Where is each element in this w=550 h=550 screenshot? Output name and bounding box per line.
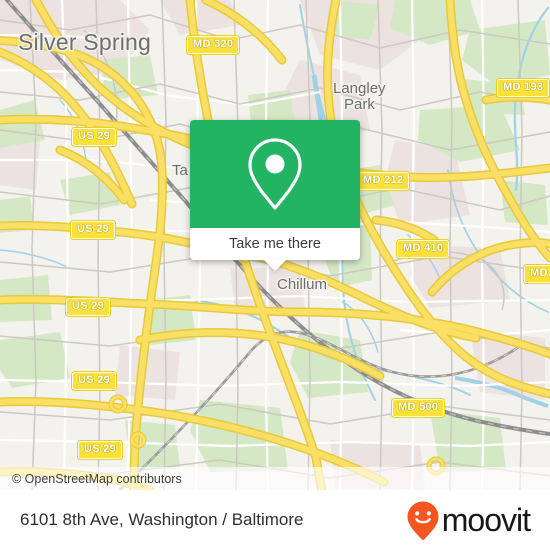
road-shield-us-29-4[interactable]: US 29 bbox=[70, 371, 118, 391]
road-shield-md-500[interactable]: MD 500 bbox=[390, 398, 446, 418]
map-canvas[interactable]: Silver Spring Langley Park Ta Chillum MD… bbox=[0, 0, 550, 490]
moovit-logo[interactable]: moovit bbox=[406, 500, 531, 540]
location-pin-icon bbox=[248, 138, 302, 210]
popup-card-footer[interactable]: Take me there bbox=[190, 228, 360, 271]
moovit-pin-smile-icon bbox=[407, 501, 439, 540]
road-shield-us-29-3[interactable]: US 29 bbox=[64, 297, 112, 317]
moovit-wordmark: moovit bbox=[441, 502, 531, 538]
road-shield-md-5[interactable]: MD 5 bbox=[522, 264, 550, 284]
address-title: 6101 8th Ave, Washington / Baltimore bbox=[20, 510, 304, 529]
location-popup-card[interactable]: Take me there bbox=[190, 120, 360, 271]
road-shield-us-29-5[interactable]: US 29 bbox=[76, 440, 124, 460]
take-me-there-label: Take me there bbox=[229, 236, 321, 252]
road-shield-md-193[interactable]: MD 193 bbox=[495, 78, 550, 98]
road-shield-md-212[interactable]: MD 212 bbox=[355, 171, 411, 191]
road-shield-md-320[interactable]: MD 320 bbox=[185, 35, 241, 55]
footer-bar: 6101 8th Ave, Washington / Baltimore moo… bbox=[0, 490, 550, 550]
popup-card-header bbox=[190, 120, 360, 228]
osm-attribution-text[interactable]: © OpenStreetMap contributors bbox=[0, 472, 182, 486]
popup-card-tail bbox=[264, 260, 286, 271]
map-attribution-bar: © OpenStreetMap contributors bbox=[0, 467, 550, 490]
road-shield-us-29-2[interactable]: US 29 bbox=[69, 220, 117, 240]
road-shield-md-410[interactable]: MD 410 bbox=[395, 239, 451, 259]
road-shield-us-29-1[interactable]: US 29 bbox=[70, 127, 118, 147]
map-screenshot: Silver Spring Langley Park Ta Chillum MD… bbox=[0, 0, 550, 550]
